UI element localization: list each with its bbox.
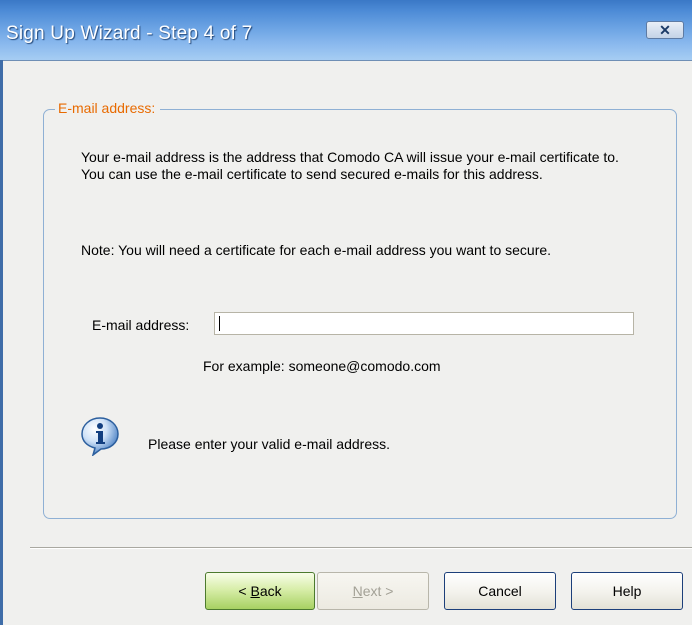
window-title: Sign Up Wizard - Step 4 of 7 [6,23,253,44]
back-label-rest: ack [259,583,282,599]
email-example-text: For example: someone@comodo.com [203,358,441,374]
title-bar[interactable]: Sign Up Wizard - Step 4 of 7 ✕ [0,0,692,61]
description-paragraph: Your e-mail address is the address that … [81,149,619,182]
email-field-label: E-mail address: [92,317,190,333]
cancel-button[interactable]: Cancel [444,572,556,610]
text-caret [219,316,220,331]
email-field[interactable] [214,312,634,335]
next-button[interactable]: Next > [317,572,429,610]
info-message: Please enter your valid e-mail address. [148,436,391,452]
footer-separator [30,547,692,549]
next-mnemonic: N [352,583,363,599]
group-legend: E-mail address: [55,100,161,116]
note-paragraph: Note: You will need a certificate for ea… [81,242,552,258]
back-button[interactable]: < Back [205,572,315,610]
back-mnemonic: B [250,583,260,599]
info-icon [81,417,119,456]
close-button[interactable]: ✕ [646,21,684,39]
help-button[interactable]: Help [571,572,683,610]
close-icon: ✕ [659,22,671,38]
sign-up-wizard-window: Sign Up Wizard - Step 4 of 7 ✕ E-mail ad… [0,0,692,625]
back-label-prefix: < [238,583,247,599]
next-label-rest: ext > [362,583,394,599]
window-left-border [0,60,3,625]
